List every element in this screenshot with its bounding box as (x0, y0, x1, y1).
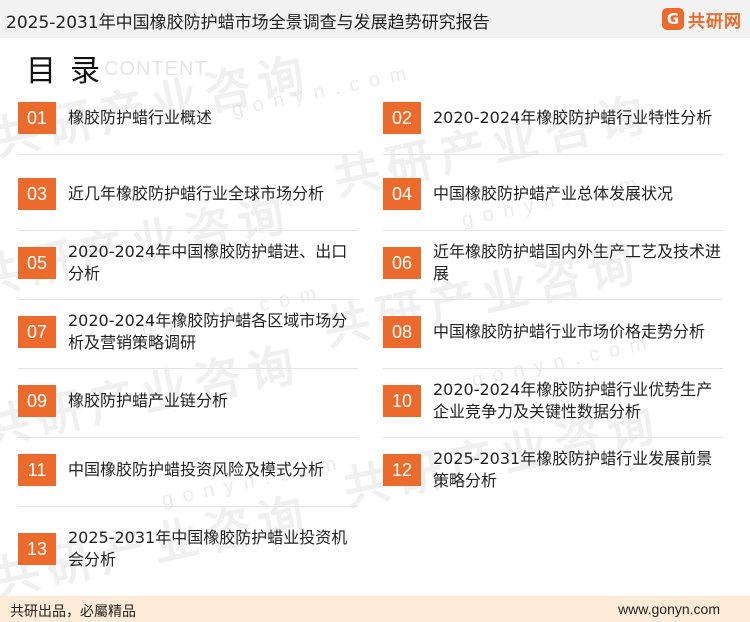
toc-item-number: 13 (18, 533, 56, 565)
toc-item-number: 07 (18, 316, 56, 348)
footer-bar: 共研出品，必屬精品 www.gonyn.com (0, 596, 750, 622)
toc-item-number: 03 (18, 178, 56, 210)
toc-item[interactable]: 10 2020-2024年橡胶防护蜡行业优势生产企业竞争力及关键性数据分析 (383, 367, 723, 438)
toc-item[interactable]: 08 中国橡胶防护蜡行业市场价格走势分析 (383, 298, 723, 369)
toc-item-label: 2020-2024年中国橡胶防护蜡进、出口分析 (68, 242, 348, 283)
toc-item[interactable]: 13 2025-2031年中国橡胶防护蜡业投资机会分析 (18, 515, 358, 585)
toc-item-number: 10 (383, 385, 421, 417)
toc-item-number: 05 (18, 247, 56, 279)
divider (383, 154, 723, 155)
toc-item-number: 01 (18, 102, 56, 134)
toc-item-number: 12 (383, 454, 421, 486)
footer-slogan: 共研出品，必屬精品 (10, 604, 136, 620)
toc-item-label: 2025-2031年橡胶防护蜡行业发展前景策略分析 (433, 449, 713, 490)
toc-subtitle: CONTENT (104, 58, 208, 80)
toc-item[interactable]: 05 2020-2024年中国橡胶防护蜡进、出口分析 (18, 229, 358, 300)
toc-item-number: 02 (383, 102, 421, 134)
toc-item[interactable]: 02 2020-2024年橡胶防护蜡行业特性分析 (383, 84, 723, 155)
toc-item-label: 2025-2031年中国橡胶防护蜡业投资机会分析 (68, 528, 348, 569)
toc-item[interactable]: 07 2020-2024年橡胶防护蜡各区域市场分析及营销策略调研 (18, 298, 358, 369)
toc-item-number: 06 (383, 247, 421, 279)
toc-item[interactable]: 11 中国橡胶防护蜡投资风险及模式分析 (18, 436, 358, 507)
divider (18, 154, 358, 155)
toc-item-number: 08 (383, 316, 421, 348)
toc-item[interactable]: 12 2025-2031年橡胶防护蜡行业发展前景策略分析 (383, 436, 723, 506)
toc-item-number: 09 (18, 385, 56, 417)
toc-item-label: 2020-2024年橡胶防护蜡行业特性分析 (433, 108, 713, 127)
toc-item[interactable]: 06 近年橡胶防护蜡国内外生产工艺及技术进展 (383, 229, 723, 300)
toc-item-label: 中国橡胶防护蜡投资风险及模式分析 (68, 460, 325, 479)
divider (18, 506, 358, 507)
toc-item-label: 中国橡胶防护蜡产业总体发展状况 (433, 184, 674, 203)
toc-item[interactable]: 04 中国橡胶防护蜡产业总体发展状况 (383, 160, 723, 231)
toc-item-label: 近几年橡胶防护蜡行业全球市场分析 (68, 184, 325, 203)
toc-item-number: 04 (383, 178, 421, 210)
footer-website[interactable]: www.gonyn.com (618, 601, 720, 617)
document-title: 2025-2031年中国橡胶防护蜡市场全景调查与发展趋势研究报告 (6, 13, 490, 33)
toc-item-label: 2020-2024年橡胶防护蜡行业优势生产企业竞争力及关键性数据分析 (433, 380, 713, 421)
toc-item-label: 2020-2024年橡胶防护蜡各区域市场分析及营销策略调研 (68, 311, 348, 352)
toc-item-label: 中国橡胶防护蜡行业市场价格走势分析 (433, 322, 706, 341)
toc-item-label: 近年橡胶防护蜡国内外生产工艺及技术进展 (433, 242, 722, 283)
header-bar: 2025-2031年中国橡胶防护蜡市场全景调查与发展趋势研究报告 G 共研网 (0, 0, 750, 38)
toc-item-number: 11 (18, 454, 56, 486)
toc-item[interactable]: 01 橡胶防护蜡行业概述 (18, 84, 358, 155)
logo-icon: G (662, 8, 684, 30)
logo-text: 共研网 (688, 11, 742, 32)
toc-item-label: 橡胶防护蜡行业概述 (68, 108, 213, 127)
toc-item-label: 橡胶防护蜡产业链分析 (68, 391, 229, 410)
toc-item[interactable]: 09 橡胶防护蜡产业链分析 (18, 367, 358, 438)
brand-logo: G 共研网 (662, 6, 742, 32)
toc-item[interactable]: 03 近几年橡胶防护蜡行业全球市场分析 (18, 160, 358, 231)
